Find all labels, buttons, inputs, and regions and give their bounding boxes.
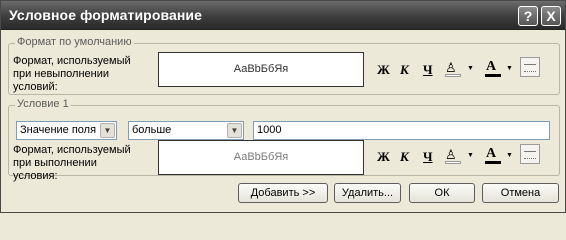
default-bold-button[interactable]: Ж [377, 62, 390, 78]
conditional-formatting-dialog: Условное форматирование ? X Формат по ум… [0, 0, 566, 213]
operator-value: больше [132, 124, 172, 136]
default-font-color-dropdown-arrow[interactable]: ▼ [506, 65, 513, 72]
condition1-font-color-dropdown-arrow[interactable]: ▼ [506, 152, 513, 159]
fill-color-swatch [445, 161, 461, 164]
chevron-down-icon[interactable]: ▼ [100, 123, 115, 138]
default-border-icon[interactable] [520, 57, 540, 77]
font-color-swatch [485, 74, 501, 77]
default-format-preview: АаBbБбЯя [158, 52, 364, 87]
default-fill-dropdown-arrow[interactable]: ▼ [467, 65, 474, 72]
cancel-button[interactable]: Отмена [482, 183, 559, 203]
default-font-color-button[interactable]: A [485, 59, 507, 78]
condition1-format-preview: АаBbБбЯя [158, 140, 364, 175]
default-format-group-label: Формат по умолчанию [15, 36, 134, 48]
title-bar[interactable]: Условное форматирование ? X [1, 1, 565, 30]
condition1-font-color-button[interactable]: A [485, 146, 507, 165]
default-fill-color-button[interactable]: ♙ [445, 60, 467, 78]
condition1-fill-color-button[interactable]: ♙ [445, 147, 467, 165]
chevron-down-icon[interactable]: ▼ [227, 123, 242, 138]
help-button[interactable]: ? [518, 6, 538, 26]
condition1-format-description: Формат, используемый при выполнении усло… [13, 144, 131, 182]
condition1-fill-dropdown-arrow[interactable]: ▼ [467, 152, 474, 159]
add-condition-button[interactable]: Добавить >> [238, 183, 328, 203]
condition1-bold-button[interactable]: Ж [377, 149, 390, 165]
condition1-italic-button[interactable]: К [400, 149, 409, 165]
delete-condition-button[interactable]: Удалить... [334, 183, 401, 203]
font-color-icon: A [486, 59, 497, 74]
default-underline-button[interactable]: Ч [423, 62, 433, 78]
font-color-icon: A [486, 146, 497, 161]
dialog-title: Условное форматирование [9, 7, 203, 23]
condition1-group-label: Условие 1 [15, 98, 71, 110]
field-type-value: Значение поля [20, 124, 97, 136]
font-color-swatch [485, 161, 501, 164]
default-format-description: Формат, используемый при невыполнении ус… [13, 55, 131, 93]
condition1-border-icon[interactable] [520, 144, 540, 164]
fill-color-swatch [445, 74, 461, 77]
field-type-select[interactable]: Значение поля ▼ [16, 121, 117, 140]
condition-value-input[interactable]: 1000 [253, 121, 550, 140]
operator-select[interactable]: больше ▼ [128, 121, 244, 140]
condition1-underline-button[interactable]: Ч [423, 149, 433, 165]
default-italic-button[interactable]: К [400, 62, 409, 78]
close-button[interactable]: X [541, 6, 561, 26]
ok-button[interactable]: ОК [409, 183, 475, 203]
